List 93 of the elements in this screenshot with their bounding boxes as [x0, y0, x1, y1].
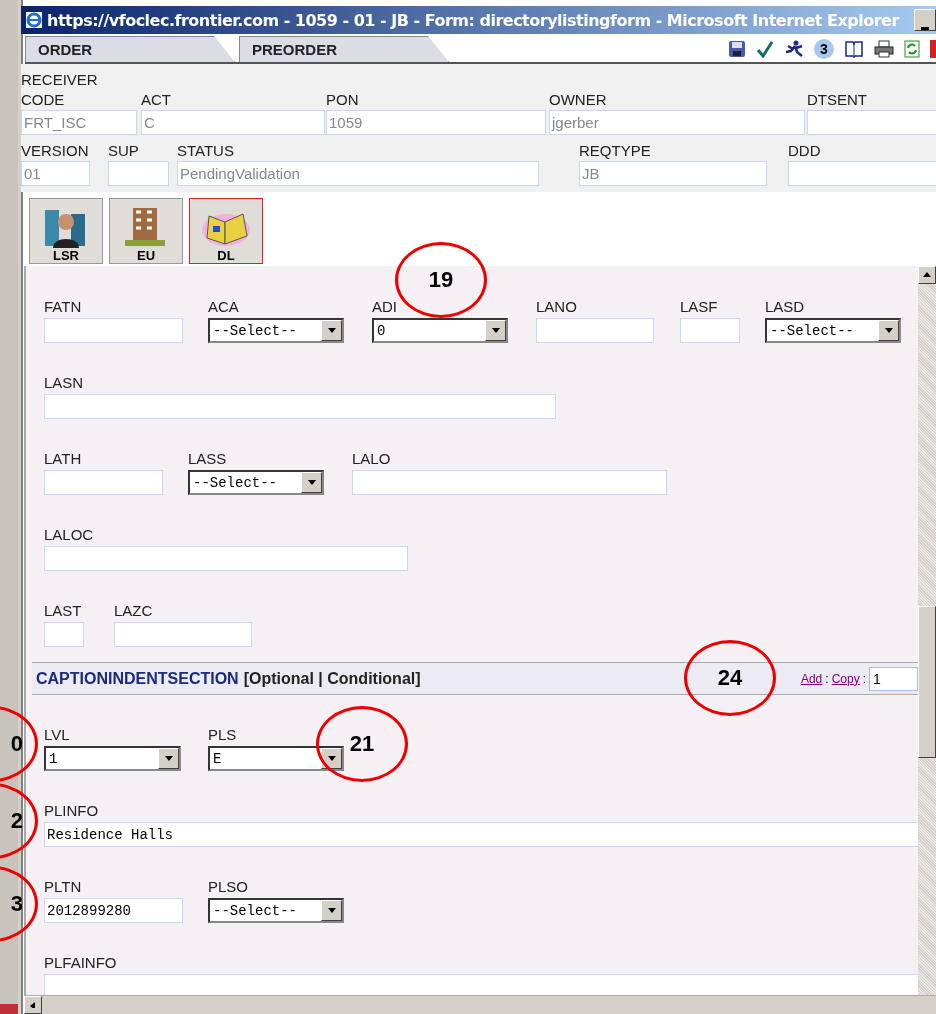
field-label: REQTYPE — [579, 141, 651, 161]
input-field[interactable] — [536, 318, 654, 343]
section-title: CAPTIONINDENTSECTION — [36, 669, 239, 688]
dropdown-arrow-icon — [307, 479, 316, 486]
input-field[interactable] — [807, 110, 936, 135]
add-link[interactable]: Add — [800, 671, 823, 686]
dropdown-field[interactable]: E — [208, 746, 344, 771]
input-field[interactable] — [44, 318, 183, 343]
field-label: DDD — [788, 141, 821, 161]
input-field[interactable] — [680, 318, 740, 343]
running-figure-icon[interactable] — [784, 40, 804, 58]
taskbar-edge — [0, 1004, 18, 1014]
field-label: ACT — [141, 90, 171, 110]
horizontal-scrollbar[interactable] — [24, 995, 936, 1014]
dropdown-field[interactable]: 0 — [372, 318, 508, 343]
field-label: LASF — [680, 298, 718, 315]
dropdown-arrow-icon — [164, 755, 173, 762]
field-label: PLINFO — [44, 802, 99, 819]
input-field[interactable] — [108, 161, 169, 186]
field-label: FATN — [44, 298, 82, 315]
dropdown-field[interactable]: --Select-- — [208, 898, 344, 923]
field-label: ADI — [372, 298, 397, 315]
dropdown-arrow-icon — [491, 327, 500, 334]
field-label: RECEIVER CODE — [21, 70, 99, 110]
input-field[interactable] — [44, 470, 163, 495]
section-tag: [Optional | Conditional] — [243, 669, 421, 688]
input-field[interactable] — [44, 622, 84, 647]
browser-logo-icon — [25, 11, 43, 29]
annotation-circle: 2 — [0, 783, 38, 859]
left-arrow-icon — [29, 1002, 37, 1008]
tab[interactable]: ORDER — [25, 36, 235, 62]
field-label: PLFAINFO — [44, 954, 117, 971]
field-label: ACA — [208, 298, 239, 315]
dropdown-field[interactable]: --Select-- — [208, 318, 344, 343]
dropdown-arrow-icon — [327, 907, 336, 914]
input-field[interactable] — [352, 470, 667, 495]
separator: : — [825, 671, 829, 686]
module-button[interactable]: DL — [189, 198, 263, 264]
input-field[interactable] — [114, 622, 252, 647]
field-label: LVL — [44, 726, 70, 743]
book-icon[interactable] — [844, 40, 864, 58]
input-field[interactable] — [44, 546, 408, 571]
vertical-scrollbar[interactable] — [918, 266, 936, 995]
field-label: LATH — [44, 450, 82, 467]
checkmark-icon[interactable] — [756, 40, 774, 58]
field-label: PLSO — [208, 878, 249, 895]
input-field[interactable]: 2012899280 — [44, 898, 183, 923]
printer-icon[interactable] — [874, 40, 894, 58]
input-field[interactable] — [788, 161, 936, 186]
field-label: STATUS — [177, 141, 234, 161]
input-field[interactable] — [44, 394, 556, 419]
field-label: SUP — [108, 141, 139, 161]
minimize-button[interactable] — [914, 9, 936, 31]
dropdown-arrow-icon — [327, 327, 336, 334]
field-label: LAZC — [114, 602, 153, 619]
up-arrow-icon — [923, 272, 931, 278]
field-label: PLTN — [44, 878, 82, 895]
field-label: VERSION — [21, 141, 86, 161]
annotation-circle: 21 — [316, 706, 408, 782]
field-label: LALOC — [44, 526, 94, 543]
dropdown-field[interactable]: --Select-- — [188, 470, 324, 495]
field-label: LANO — [536, 298, 577, 315]
annotation-circle: 19 — [395, 242, 487, 318]
save-icon[interactable] — [728, 40, 746, 58]
scrollbar-thumb[interactable] — [918, 606, 936, 758]
counter-badge[interactable]: 3 — [814, 39, 834, 59]
field-label: LASN — [44, 374, 84, 391]
dropdown-arrow-icon — [327, 755, 336, 762]
copy-link[interactable]: Copy — [831, 671, 860, 686]
separator: : — [862, 671, 866, 686]
dropdown-arrow-icon — [884, 327, 893, 334]
annotation-circle: 3 — [0, 866, 38, 942]
field-label: PLS — [208, 726, 237, 743]
annotation-circle: 0 — [0, 706, 38, 782]
field-label: LASS — [188, 450, 227, 467]
input-field[interactable]: Residence Halls — [44, 822, 918, 847]
window-title: https://vfoclec.frontier.com - 1059 - 01 - JB - Form: directorylistingform - Microsoft Internet Explorer — [47, 10, 901, 30]
field-label: DTSENT — [807, 90, 867, 110]
module-button[interactable]: EU — [109, 198, 183, 264]
dropdown-field[interactable]: --Select-- — [765, 318, 901, 343]
field-label: PON — [326, 90, 359, 110]
copy-count-field[interactable]: 1 — [869, 666, 918, 691]
tab[interactable]: PREORDER — [239, 36, 449, 62]
dropdown-field[interactable]: 1 — [44, 746, 181, 771]
input-field[interactable] — [44, 974, 918, 995]
annotation-circle: 24 — [684, 640, 776, 716]
field-label: LAST — [44, 602, 82, 619]
refresh-icon[interactable] — [904, 40, 920, 58]
minimize-icon — [921, 27, 929, 30]
field-label: LALO — [352, 450, 391, 467]
field-label: OWNER — [549, 90, 607, 110]
field-label: LASD — [765, 298, 805, 315]
module-button[interactable]: LSR — [29, 198, 103, 264]
